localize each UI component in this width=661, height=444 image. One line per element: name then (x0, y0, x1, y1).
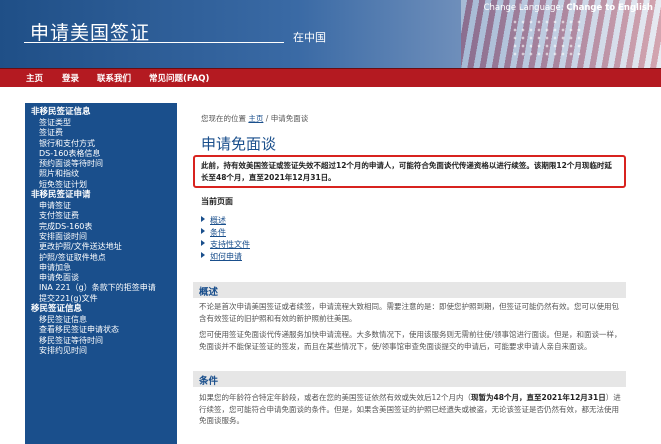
page-link-label: 概述 (210, 216, 226, 225)
sidebar: 非移民签证信息 签证类型 签证费 银行和支付方式 DS-160表格信息 预约面谈… (25, 103, 177, 444)
language-label: Change Language: (483, 3, 564, 13)
sidebar-item-wait-times[interactable]: 预约面谈等待时间 (31, 159, 177, 169)
site-header: 申请美国签证 在中国 Change Language: Change to En… (0, 0, 661, 68)
overview-paragraph-2: 您可使用签证免面谈代传递服务加快申请流程。大多数情况下，使用该服务则无需前往使/… (199, 330, 622, 351)
page-link-conditions[interactable]: 条件 (201, 227, 250, 239)
site-title: 申请美国签证 (30, 22, 151, 44)
page-link-label: 如何申请 (210, 252, 242, 261)
stars-graphic (511, 18, 581, 58)
sidebar-item-immigrant-status[interactable]: 查看移民签证申请状态 (31, 325, 177, 335)
main-nav: 主页 登录 联系我们 常见问题(FAQ) (0, 68, 661, 87)
nav-login[interactable]: 登录 (62, 72, 79, 84)
breadcrumb: 您现在的位置 主页 / 申请免面谈 (201, 113, 308, 124)
sidebar-item-expedite[interactable]: 申请加急 (31, 263, 177, 273)
page-link-documents[interactable]: 支持性文件 (201, 239, 250, 251)
conditions-text-pre: 如果您的年龄符合特定年龄段，或者在您的美国签证依然有效或失效后12个月内（ (199, 393, 472, 402)
nav-home[interactable]: 主页 (26, 72, 43, 84)
breadcrumb-current: 申请免面谈 (270, 114, 309, 123)
sidebar-item-schedule-interview[interactable]: 安排面谈时间 (31, 232, 177, 242)
notice-box: 此前，持有效美国签证或签证失效不超过12个月的申请人，可能符合免面谈代传递资格以… (193, 155, 626, 188)
sidebar-item-complete-ds160[interactable]: 完成DS-160表 (31, 222, 177, 232)
sidebar-item-immigrant-info[interactable]: 移民签证信息 (31, 315, 177, 325)
sidebar-item-immigrant-wait[interactable]: 移民签证等待时间 (31, 336, 177, 346)
change-to-english-link[interactable]: Change to English (566, 3, 653, 13)
sidebar-item-apply-visa[interactable]: 申请签证 (31, 201, 177, 211)
page-title: 申请免面谈 (201, 135, 277, 153)
triangle-right-icon (201, 252, 205, 258)
sidebar-heading-nonimmigrant-info: 非移民签证信息 (31, 107, 91, 117)
sidebar-item-interview-waiver[interactable]: 申请免面谈 (31, 273, 177, 283)
triangle-right-icon (201, 240, 205, 246)
sidebar-item-payment-methods[interactable]: 银行和支付方式 (31, 139, 177, 149)
page-link-overview[interactable]: 概述 (201, 215, 250, 227)
language-switch: Change Language: Change to English (484, 3, 653, 13)
sidebar-item-change-delivery[interactable]: 更改护照/文件送达地址 (31, 242, 177, 252)
breadcrumb-prefix: 您现在的位置 (201, 114, 246, 123)
overview-paragraph-1: 不论是首次申请美国签证或者续签，申请流程大致相同。需要注意的是：即使您护照到期，… (199, 302, 619, 323)
page-link-how-to-apply[interactable]: 如何申请 (201, 251, 250, 263)
sidebar-item-photos-fingerprints[interactable]: 照片和指纹 (31, 169, 177, 179)
section-header-conditions: 条件 (193, 371, 626, 387)
sidebar-item-pickup-location[interactable]: 护照/签证取件地点 (31, 253, 177, 263)
sidebar-item-visa-fees[interactable]: 签证费 (31, 128, 177, 138)
section-header-overview: 概述 (193, 282, 626, 298)
conditions-paragraph: 如果您的年龄符合特定年龄段，或者在您的美国签证依然有效或失效后12个月内（现暂为… (199, 392, 624, 427)
page-link-label: 条件 (210, 228, 226, 237)
sidebar-item-schedule-appointment[interactable]: 安排约见时间 (31, 346, 177, 356)
sidebar-heading-immigrant: 移民签证信息 (31, 304, 83, 315)
page-link-label: 支持性文件 (210, 240, 250, 249)
nav-contact[interactable]: 联系我们 (97, 72, 131, 84)
triangle-right-icon (201, 216, 205, 222)
sidebar-item-ds160-info[interactable]: DS-160表格信息 (31, 149, 177, 159)
nav-faq[interactable]: 常见问题(FAQ) (149, 72, 209, 84)
main-content: 您现在的位置 主页 / 申请免面谈 申请免面谈 此前，持有效美国签证或签证失效不… (188, 103, 636, 444)
breadcrumb-home-link[interactable]: 主页 (248, 114, 263, 123)
sidebar-item-visa-waiver[interactable]: 短免签证计划 (31, 180, 177, 190)
sidebar-heading-nonimmigrant-apply: 非移民签证申请 (31, 190, 91, 201)
triangle-right-icon (201, 228, 205, 234)
title-underline (24, 42, 284, 43)
sidebar-item-visa-types[interactable]: 签证类型 (31, 118, 177, 128)
conditions-text-bold: 现暂为48个月，直至2021年12月31日 (471, 393, 606, 402)
current-page-label: 当前页面 (201, 197, 233, 206)
sidebar-item-ina-221g[interactable]: INA 221（g）条款下的拒签申请 (31, 283, 177, 293)
page-links: 概述 条件 支持性文件 如何申请 (201, 215, 250, 263)
sidebar-item-pay-fee[interactable]: 支付签证费 (31, 211, 177, 221)
sidebar-item-submit-221g[interactable]: 提交221(g)文件 (31, 294, 177, 304)
site-subtitle: 在中国 (293, 31, 326, 44)
breadcrumb-separator: / (265, 114, 269, 123)
